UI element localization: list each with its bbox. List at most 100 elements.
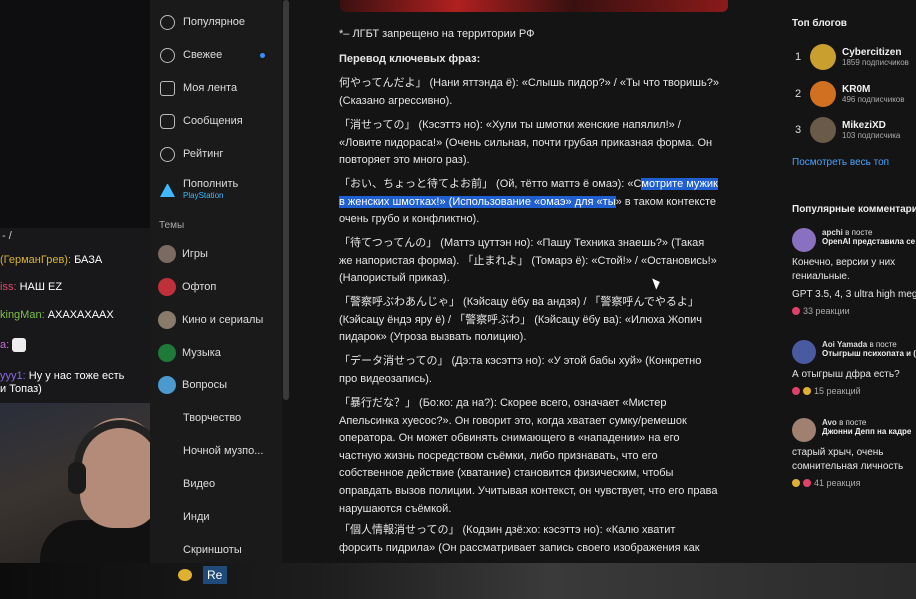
- clock-icon: [160, 47, 175, 63]
- comment-post-title[interactable]: OpenAI представила се: [822, 237, 915, 246]
- avatar: [810, 117, 836, 143]
- blog-rank: 2: [794, 88, 802, 100]
- article-paragraph: 「待てつってんの」 (Маттэ цуттэн но): «Пашу Техни…: [339, 237, 717, 285]
- comment-card[interactable]: Avo в посте Джонни Депп на кадре старый …: [792, 418, 916, 488]
- chat-username: kingMan:: [0, 309, 45, 321]
- topic-label: Инди: [183, 511, 210, 523]
- comment-card[interactable]: apchi в посте OpenAI представила се Коне…: [792, 228, 916, 316]
- see-all-top-link[interactable]: Посмотреть весь топ: [792, 157, 889, 168]
- taskbar-item[interactable]: Re: [203, 566, 227, 584]
- screen: - / (ГерманГрев): БАЗА iss: НАШ EZ kingM…: [0, 0, 916, 599]
- sidebar-item-label: Свежее: [183, 49, 223, 61]
- taskbar-app-icon[interactable]: [178, 569, 192, 581]
- blog-info: Cybercitizen 1859 подписчиков: [842, 47, 909, 67]
- article-paragraph: 「個人情報消せっての」 (Кодзин дзё:хо: кэсэттэ но):…: [339, 524, 700, 554]
- heart-icon: [792, 387, 800, 395]
- sidebar-item-topup-text: Пополнить PlayStation: [183, 178, 238, 200]
- chat-text: АХАХАХААХ: [47, 309, 114, 321]
- topic-offtop[interactable]: Офтоп: [158, 276, 216, 298]
- taskbar: [0, 563, 916, 599]
- avatar: [792, 228, 816, 252]
- comment-author: Avo: [822, 418, 837, 427]
- topic-movies[interactable]: Кино и сериалы: [158, 309, 263, 331]
- article-footnote: *– ЛГБТ запрещено на территории РФ: [339, 28, 535, 40]
- comment-card[interactable]: Aoi Yamada в посте Отыгрыш психопата и (…: [792, 340, 916, 396]
- chat-text-continued: и Топаз): [0, 383, 42, 395]
- comment-meta: Aoi Yamada в посте Отыгрыш психопата и (: [822, 340, 916, 358]
- reaction-count: 15 реакций: [814, 386, 861, 396]
- paragraph-text: 「おい、ちょっと待てよお前」 (Ой, тётто маттэ ё омаэ):…: [339, 178, 642, 190]
- topic-games[interactable]: Игры: [158, 243, 208, 265]
- chat-message: iss: НАШ EZ: [0, 281, 62, 294]
- popcorn-icon: [158, 311, 176, 329]
- chat-username: iss:: [0, 281, 17, 293]
- topic-video[interactable]: Видео: [183, 473, 215, 495]
- topic-questions[interactable]: Вопросы: [158, 374, 227, 396]
- comment-post-title[interactable]: Отыгрыш психопата и (: [822, 349, 916, 358]
- sidebar-item-topup[interactable]: Пополнить PlayStation: [160, 176, 238, 202]
- top-blog-item[interactable]: 3 MikeziXD 103 подписчика: [792, 116, 900, 144]
- avatar: [810, 44, 836, 70]
- chat-username: yyy1:: [0, 370, 26, 382]
- sidebar-item-fresh[interactable]: Свежее: [160, 45, 222, 65]
- article-heading: Перевод ключевых фраз:: [339, 53, 481, 65]
- comment-header: apchi в посте OpenAI представила се: [792, 228, 916, 252]
- topic-label: Вопросы: [182, 379, 228, 391]
- chat-username: a:: [0, 338, 10, 351]
- topic-label: Кино и сериалы: [182, 314, 264, 326]
- comment-meta: apchi в посте OpenAI представила се: [822, 228, 915, 246]
- avatar: [792, 340, 816, 364]
- sidebar-item-my-feed[interactable]: Моя лента: [160, 78, 237, 98]
- comment-text: GPT 3.5, 4, 3 ultra high mega: [792, 289, 916, 300]
- topic-screenshots[interactable]: Скриншоты: [183, 539, 242, 561]
- feed-icon: [160, 80, 175, 96]
- topic-offtop-icon: [158, 278, 176, 296]
- topic-music[interactable]: Музыка: [158, 342, 221, 364]
- topic-creativity[interactable]: Творчество: [183, 407, 241, 429]
- comment-reactions[interactable]: 15 реакций: [792, 386, 916, 396]
- headphone-ear-left: [68, 462, 86, 494]
- comment-author-line: apchi в посте: [822, 228, 915, 237]
- blog-name: MikeziXD: [842, 120, 886, 131]
- comment-reactions[interactable]: 33 реакции: [792, 306, 916, 316]
- topic-night-music[interactable]: Ночной музпо...: [183, 440, 263, 462]
- comment-in-post: в посте: [869, 340, 897, 349]
- chat-message: (ГерманГрев): БАЗА: [0, 254, 102, 267]
- sidebar-item-label: Сообщения: [183, 115, 243, 127]
- article-image: [340, 0, 728, 12]
- blog-rank: 3: [794, 124, 802, 136]
- top-blog-item[interactable]: 2 KR0M 496 подписчиков: [792, 80, 904, 108]
- compass-icon: [160, 146, 175, 162]
- chat-text: Ну у нас тоже есть: [28, 370, 125, 382]
- blog-name: Cybercitizen: [842, 47, 902, 58]
- comment-reactions[interactable]: 41 реакция: [792, 478, 916, 488]
- flame-icon: [160, 14, 175, 30]
- sidebar-item-messages[interactable]: Сообщения: [160, 111, 243, 131]
- avatar: [810, 81, 836, 107]
- sidebar-scrollbar[interactable]: [283, 0, 289, 400]
- sidebar-item-popular[interactable]: Популярное: [160, 12, 245, 32]
- comment-text: А отыгрыш дфра есть?: [792, 369, 900, 380]
- new-indicator-dot: [260, 53, 265, 58]
- top-blog-item[interactable]: 1 Cybercitizen 1859 подписчиков: [792, 43, 909, 71]
- chat-text: БАЗА: [74, 254, 103, 266]
- sidebar-item-label: Популярное: [183, 16, 246, 28]
- topic-games-icon: [158, 245, 176, 263]
- topic-label: Офтоп: [182, 281, 217, 293]
- sidebar-item-sublabel: PlayStation: [183, 191, 224, 200]
- comment-author: Aoi Yamada: [822, 340, 868, 349]
- article-paragraph: 何やってんだよ」 (Нани яттэнда ё): «Слышь пидор?…: [339, 77, 719, 107]
- sidebar-item-rating[interactable]: Рейтинг: [160, 144, 223, 164]
- comment-post-title[interactable]: Джонни Депп на кадре: [822, 427, 911, 436]
- reaction-count: 41 реакция: [814, 478, 861, 488]
- topic-label: Видео: [183, 478, 216, 490]
- article-paragraph-selected: 「おい、ちょっと待てよお前」 (Ой, тётто маттэ ё омаэ):…: [339, 176, 719, 229]
- comment-in-post: в посте: [839, 418, 867, 427]
- article-paragraph: 「データ消せっての」 (Дэ:та кэсэттэ но): «У этой б…: [339, 355, 702, 385]
- sidebar-item-label: Рейтинг: [183, 148, 224, 160]
- topics-header: Темы: [159, 220, 185, 231]
- blog-info: KR0M 496 подписчиков: [842, 84, 904, 104]
- emoji-icon: [803, 387, 811, 395]
- topic-indie[interactable]: Инди: [183, 506, 210, 528]
- chat-line-top: - /: [2, 230, 12, 242]
